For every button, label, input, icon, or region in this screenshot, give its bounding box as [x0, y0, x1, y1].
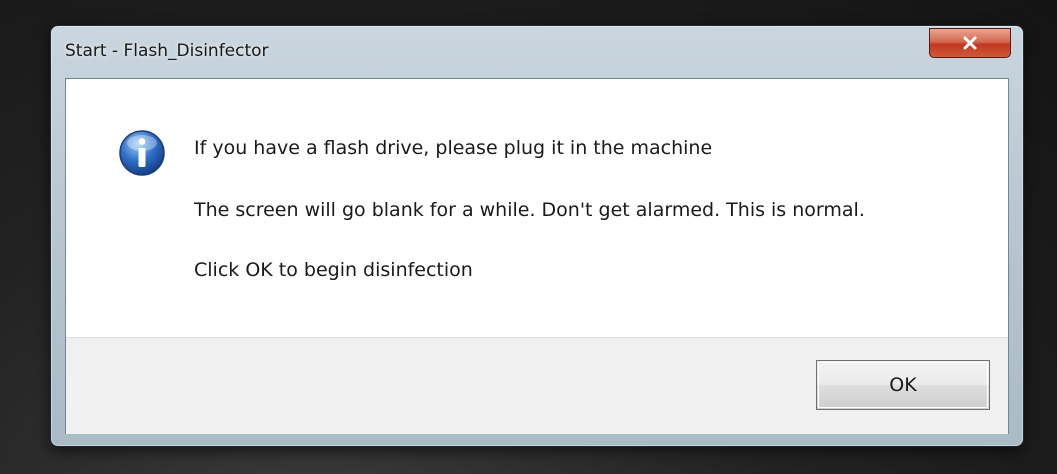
button-area: OK	[66, 337, 1008, 434]
ok-button[interactable]: OK	[816, 360, 990, 410]
close-button[interactable]	[929, 28, 1011, 58]
message-area: If you have a flash drive, please plug i…	[66, 79, 1008, 337]
message-line-1: If you have a flash drive, please plug i…	[194, 137, 713, 159]
desktop-background: Start - Flash_Disinfector If you have a …	[0, 0, 1057, 474]
info-icon	[119, 130, 165, 176]
close-icon	[963, 36, 977, 50]
window-title: Start - Flash_Disinfector	[65, 41, 269, 61]
title-bar[interactable]: Start - Flash_Disinfector	[51, 26, 1023, 78]
message-line-3: Click OK to begin disinfection	[194, 259, 473, 281]
message-line-2: The screen will go blank for a while. Do…	[194, 199, 865, 221]
dialog-body: If you have a flash drive, please plug i…	[65, 78, 1009, 434]
message-dialog: Start - Flash_Disinfector If you have a …	[50, 25, 1024, 447]
